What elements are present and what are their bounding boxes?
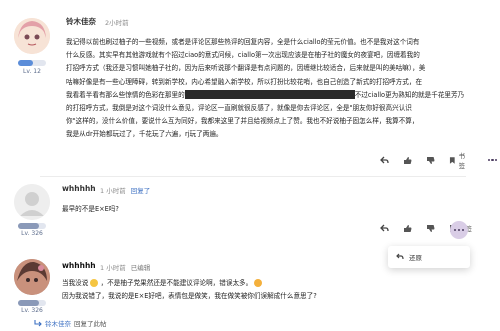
redact-suffix: 不过ciallo更为熟知的就是千花里芳乃 [354, 90, 465, 99]
comment-1: Lv. 12 铃木佳奈 2小时前 我记得以前也刷过柚子的一些视频，或者是评论区那… [0, 0, 500, 180]
author-name[interactable]: whhhhh [62, 261, 96, 270]
edited-status: 已编辑 [130, 264, 151, 272]
avatar[interactable] [14, 18, 50, 54]
body-line: 你"这样的，没什么价值，要说什么互为同好，我都来这里了并且给视频点上了赞。我也不… [66, 117, 419, 126]
level-label: Lv. 326 [21, 307, 43, 314]
thumbs-up-icon [404, 156, 412, 164]
comment-3: Lv. 326 whhhhh 1 小时前 已编辑 当我没说 ，不是柚子党果然还是… [0, 255, 500, 331]
body-text-b: ，不是柚子党果然还是不能建议评论啊，错误太多。 [100, 279, 253, 287]
bookmark-button[interactable]: 书签 [449, 150, 471, 170]
body-line: 我是从dr开始都玩过了，千花玩了六遍，rj玩了两遍。 [66, 130, 223, 139]
level-fill [18, 300, 39, 306]
thumbs-down-icon [427, 224, 435, 232]
body-line: 的打招呼方式，我倒是对这个词没什么意见，评论区一直刷就很反感了，就像是你去评论区… [66, 104, 412, 113]
level-bar [18, 223, 46, 229]
body-line: 我记得以前也刷过柚子的一些视频，或者是评论区那些热评的回复内容，全是什么cial… [66, 38, 420, 46]
redaction-block [184, 90, 355, 100]
timestamp: 1 小时前 已编辑 [100, 262, 150, 272]
comment-2: Lv. 326 whhhhh 1 小时前 回复了 最早的不是E×E吗? 书签 [0, 176, 500, 248]
reply-icon [380, 224, 389, 232]
level-label: Lv. 12 [23, 68, 41, 75]
body-line: 因为我说错了，我说的是E×E好吧，表情包是做笑，我在做笑被你们误解成什么意思了? [62, 292, 317, 301]
reply-button[interactable] [380, 224, 389, 232]
redact-prefix: 我看着半看有那么些惊情的色彩在那里的 [66, 90, 185, 99]
timestamp: 1 小时前 回复了 [100, 185, 150, 195]
reply-ref-author[interactable]: 铃木佳奈 [45, 318, 71, 328]
replied-to-label[interactable]: 回复了 [131, 187, 151, 195]
reply-arrow-icon [34, 320, 42, 327]
body-line: 当我没说 ，不是柚子党果然还是不能建议评论啊，错误太多。 [62, 277, 482, 290]
comment-body: 最早的不是E×E吗? [62, 205, 119, 213]
comment-body: 当我没说 ，不是柚子党果然还是不能建议评论啊，错误太多。 因为我说错了，我说的是… [62, 277, 482, 303]
bookmark-label: 书签 [458, 152, 466, 170]
more-options-button[interactable] [485, 152, 500, 168]
timestamp-text: 1 小时前 [100, 187, 126, 195]
level-bar [18, 300, 46, 306]
reply-ref-action: 回复了此帖 [74, 320, 107, 328]
body-line: 什么反感。其实早有其他游戏就有个招过ciao的意式问候，ciallo第一次出现应… [66, 51, 420, 60]
body-line: 咕嘛好像是有一些心理障碍，转到新学校，内心希望融入新学校，所以打扮比较花哨，也自… [66, 77, 423, 86]
body-line: 我看着半看有那么些惊情的色彩在那里的 不过ciallo更为熟知的就是千花里芳乃 [66, 89, 476, 102]
author-name[interactable]: 铃木佳奈 [66, 16, 96, 27]
like-button[interactable] [403, 224, 412, 233]
thumbs-down-icon [427, 156, 435, 164]
laugh-emoji-icon [254, 279, 263, 287]
timestamp: 2小时前 [105, 19, 129, 27]
reply-icon [380, 156, 389, 164]
dislike-button[interactable] [426, 224, 435, 233]
author-name[interactable]: whhhhh [62, 184, 96, 193]
level-label: Lv. 326 [21, 230, 43, 237]
level-bar [18, 60, 46, 66]
avatar[interactable] [14, 259, 50, 295]
dislike-button[interactable] [426, 156, 435, 165]
more-icon [487, 158, 498, 162]
avatar[interactable] [14, 184, 50, 220]
level-fill [18, 60, 34, 66]
comment-body: 我记得以前也刷过柚子的一些视频，或者是评论区那些热评的回复内容，全是什么cial… [66, 36, 476, 142]
like-button[interactable] [403, 156, 412, 165]
bookmark-icon [449, 156, 455, 164]
comment-actions: 书签 [380, 150, 500, 170]
reply-button[interactable] [380, 156, 389, 164]
body-line: 打招呼方式（我还是习惯叫她柚子社的，因为后来听说那个翻译是有点问题的，因缠继比较… [66, 64, 426, 73]
thumbs-up-icon [404, 224, 412, 232]
smile-emoji-icon [90, 279, 99, 287]
reply-reference[interactable]: 铃木佳奈 回复了此帖 [34, 318, 107, 328]
more-options-button[interactable] [450, 221, 468, 239]
body-text-a: 当我没说 [62, 279, 89, 287]
more-icon [454, 228, 464, 232]
timestamp-text: 1 小时前 [100, 264, 126, 272]
level-fill [18, 223, 39, 229]
